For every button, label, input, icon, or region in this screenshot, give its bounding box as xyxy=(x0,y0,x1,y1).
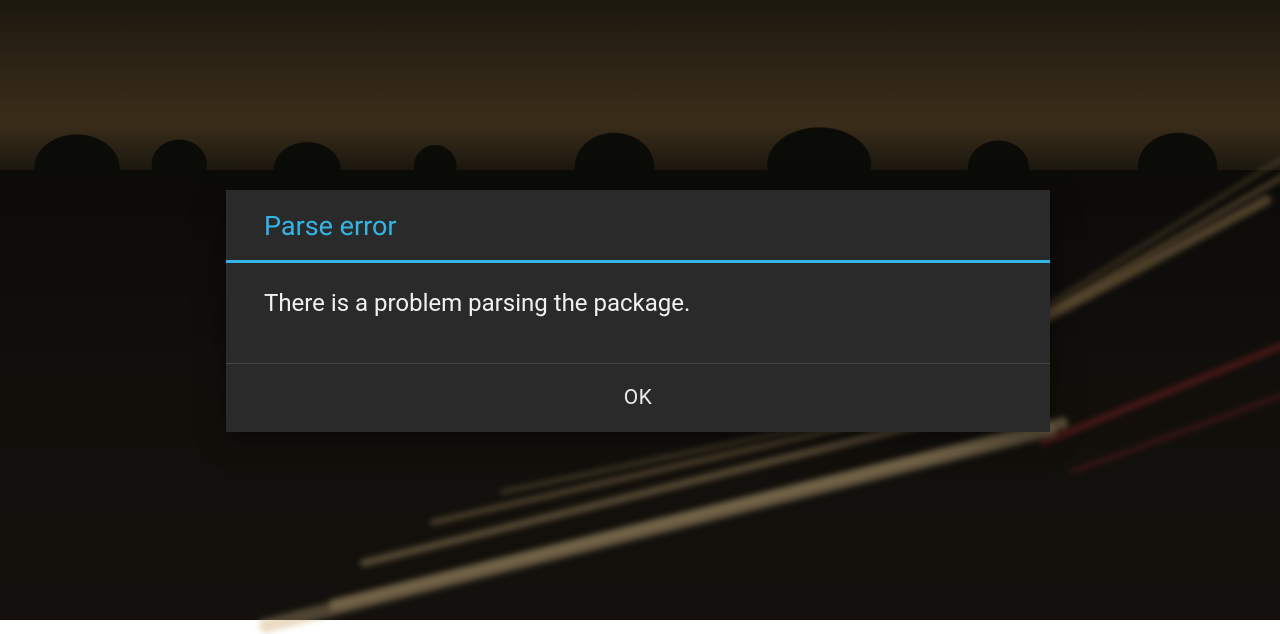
dialog-message: There is a problem parsing the package. xyxy=(226,263,1050,363)
ok-button[interactable]: OK xyxy=(226,364,1050,432)
dialog-button-row: OK xyxy=(226,364,1050,432)
error-dialog: Parse error There is a problem parsing t… xyxy=(226,190,1050,432)
dialog-title: Parse error xyxy=(226,190,1050,260)
